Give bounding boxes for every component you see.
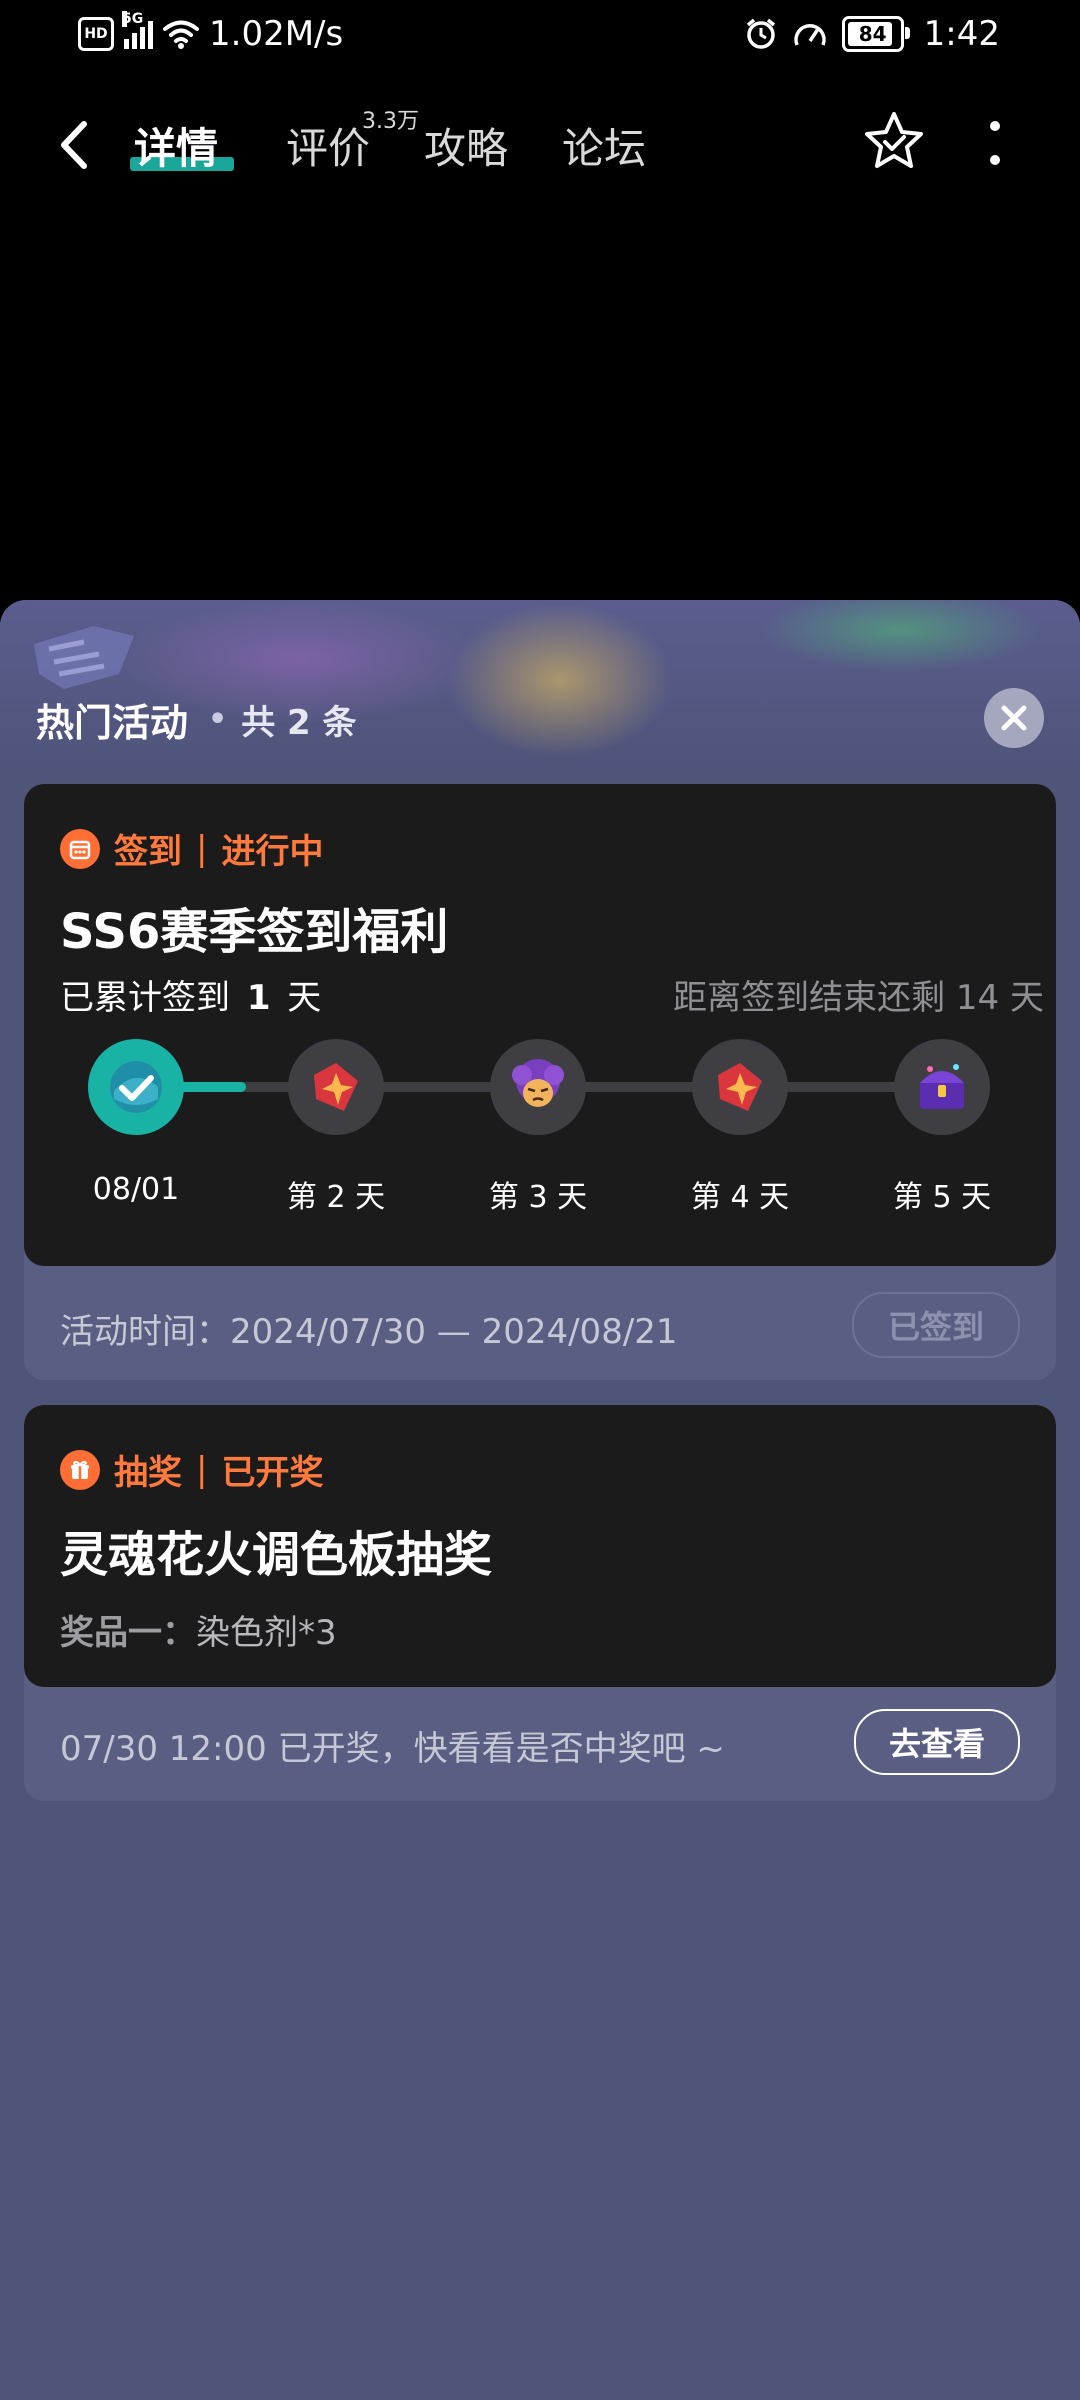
- star-check-icon: [865, 112, 923, 168]
- checkin-count-value: 1: [246, 978, 271, 1018]
- checkin-day-label: 第 2 天: [286, 1180, 386, 1215]
- status-bar-left: HD 5G 1.02M/s: [78, 11, 344, 54]
- tab-details[interactable]: 详情: [134, 115, 218, 176]
- activity-tag: 签到 | 进行中: [60, 824, 323, 873]
- gift-icon: [60, 1449, 100, 1490]
- activity-tag: 抽奖 | 已开奖: [60, 1445, 323, 1494]
- lottery-result-text: 07/30 12:00 已开奖，快看看是否中奖吧 ~: [60, 1729, 725, 1769]
- view-result-button[interactable]: 去查看: [854, 1709, 1020, 1775]
- hd-icon: HD: [78, 17, 114, 51]
- checkin-day-label: 第 5 天: [892, 1180, 992, 1215]
- prize-label: 奖品一：: [60, 1613, 196, 1653]
- activity-period: 活动时间：2024/07/30 — 2024/08/21: [60, 1312, 678, 1352]
- activity-title: SS6赛季签到福利: [60, 904, 449, 960]
- lottery-activity-card[interactable]: 抽奖 | 已开奖 灵魂花火调色板抽奖 奖品一：染色剂*3 07/30 12:00…: [24, 1405, 1056, 1801]
- clock: 1:42: [923, 14, 1000, 54]
- activity-type: 签到: [114, 832, 182, 872]
- prize-info: 奖品一：染色剂*3: [60, 1605, 337, 1654]
- prize-value: 染色剂*3: [196, 1613, 337, 1653]
- more-dot-icon: [990, 155, 1000, 165]
- red-gem-card-icon: [314, 1063, 358, 1111]
- checkin-remaining: 距离签到结束还剩 14 天: [673, 978, 1044, 1018]
- title-separator: •: [208, 702, 228, 737]
- alarm-icon: [746, 18, 775, 49]
- activity-count: 共 2 条: [241, 703, 357, 743]
- signal-icon: 5G: [122, 11, 153, 49]
- network-type-label: 5G: [122, 11, 144, 27]
- wifi-icon: [163, 20, 199, 49]
- activity-status: 已开奖: [221, 1453, 324, 1493]
- status-bar-right: 84 1:42: [744, 14, 1000, 54]
- checkin-day-2[interactable]: [288, 1039, 384, 1135]
- close-button[interactable]: [984, 688, 1044, 748]
- checkin-card-body: 签到 | 进行中 SS6赛季签到福利 已累计签到 1 天 距离签到结束还剩 14…: [24, 784, 1056, 1266]
- checkin-count-prefix: 已累计签到: [60, 978, 230, 1018]
- hot-activities-sheet: 热门活动 • 共 2 条 签到 | 进行中 SS6赛季签到福利 已累计签到 1 …: [0, 600, 1080, 2400]
- more-dot-icon: [990, 121, 1000, 131]
- lottery-card-body: 抽奖 | 已开奖 灵魂花火调色板抽奖 奖品一：染色剂*3: [24, 1405, 1056, 1687]
- sheet-title: 热门活动: [36, 701, 189, 745]
- reviews-count-badge: 3.3万: [362, 109, 419, 134]
- checkin-activity-card[interactable]: 签到 | 进行中 SS6赛季签到福利 已累计签到 1 天 距离签到结束还剩 14…: [24, 784, 1056, 1380]
- character-avatar-icon: [512, 1059, 564, 1107]
- treasure-chest-icon: [920, 1064, 964, 1109]
- close-icon: [1001, 705, 1027, 731]
- network-speed: 1.02M/s: [209, 14, 344, 54]
- tag-separator: |: [196, 828, 208, 869]
- calendar-icon: [60, 828, 100, 869]
- status-bar: HD 5G 1.02M/s 84 1:42: [0, 0, 1080, 72]
- checkin-day-label: 08/01: [92, 1172, 180, 1207]
- checkin-day-1[interactable]: [88, 1039, 184, 1135]
- back-arrow-icon: [61, 121, 87, 169]
- game-logo-icon: [34, 626, 134, 689]
- checkin-day-3[interactable]: [490, 1039, 586, 1135]
- battery-icon: 84: [841, 16, 910, 52]
- checkin-day-label: 第 4 天: [690, 1180, 790, 1215]
- red-gem-card-icon: [718, 1063, 762, 1111]
- activity-title: 灵魂花火调色板抽奖: [60, 1527, 493, 1583]
- tab-forum[interactable]: 论坛: [562, 115, 646, 176]
- activity-type: 抽奖: [114, 1453, 182, 1493]
- tag-separator: |: [196, 1449, 208, 1490]
- back-button[interactable]: [58, 117, 98, 173]
- sheet-header: 热门活动 • 共 2 条: [36, 692, 357, 747]
- checked-in-button[interactable]: 已签到: [852, 1292, 1020, 1358]
- checkin-count: 已累计签到 1 天: [60, 970, 321, 1019]
- favorite-button[interactable]: [862, 109, 926, 173]
- activity-status: 进行中: [221, 832, 324, 872]
- tab-reviews[interactable]: 评价: [286, 115, 370, 176]
- checkin-day-5[interactable]: [894, 1039, 990, 1135]
- tab-guides[interactable]: 攻略: [424, 115, 508, 176]
- checkin-count-suffix: 天: [287, 978, 322, 1018]
- top-nav: 详情 评价 3.3万 攻略 论坛: [0, 95, 1080, 195]
- battery-level: 84: [858, 22, 887, 46]
- checkin-day-4[interactable]: [692, 1039, 788, 1135]
- speedometer-icon: [793, 24, 826, 46]
- more-options-button[interactable]: [980, 121, 1010, 165]
- check-icon: [110, 1061, 162, 1113]
- checkin-day-label: 第 3 天: [488, 1180, 588, 1215]
